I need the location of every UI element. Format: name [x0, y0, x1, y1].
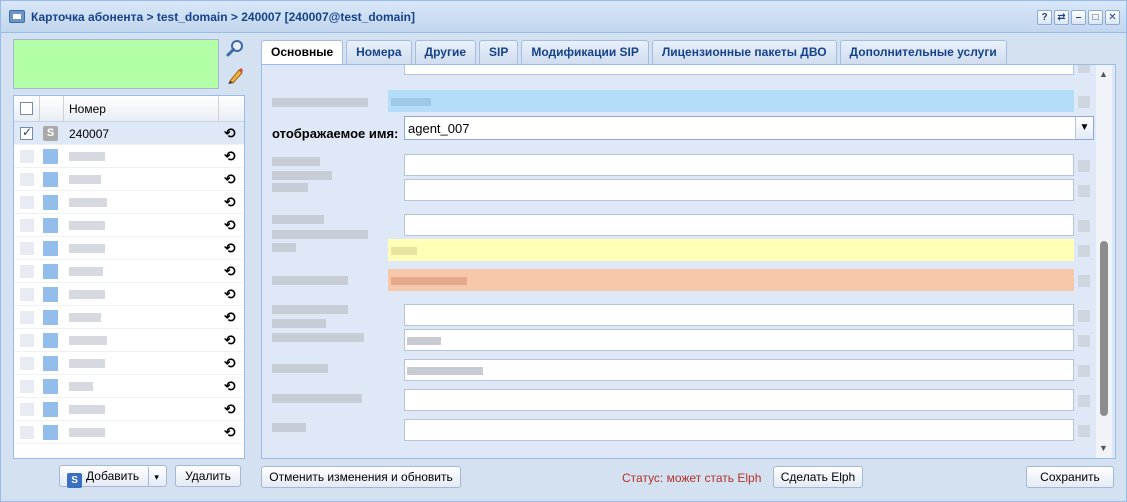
- tab-sip-modifications[interactable]: Модификации SIP: [521, 40, 649, 64]
- search-icon[interactable]: [225, 39, 245, 59]
- grid-row[interactable]: ⟲: [14, 375, 244, 398]
- make-elph-button[interactable]: Сделать Elph: [773, 466, 863, 488]
- history-icon[interactable]: ⟲: [224, 379, 236, 393]
- card-icon: [9, 10, 25, 23]
- form-field[interactable]: [404, 65, 1074, 75]
- window-controls: ? ⇄ – □ ✕: [1037, 10, 1120, 25]
- cancel-and-refresh-button[interactable]: Отменить изменения и обновить: [261, 466, 461, 488]
- grid-row[interactable]: ⟲: [14, 306, 244, 329]
- form-field-highlight-blue[interactable]: [388, 90, 1074, 112]
- save-button[interactable]: Сохранить: [1026, 466, 1114, 488]
- form-field-highlight-orange[interactable]: [388, 269, 1074, 291]
- tab-sip[interactable]: SIP: [479, 40, 519, 64]
- scroll-up-icon[interactable]: ▲: [1099, 69, 1108, 79]
- field-action-icon[interactable]: [1078, 245, 1090, 257]
- sip-add-icon: S: [67, 473, 83, 488]
- row-number: 240007: [69, 127, 110, 141]
- history-icon[interactable]: ⟲: [224, 402, 236, 416]
- minimize-icon[interactable]: –: [1071, 10, 1086, 25]
- form-field[interactable]: [404, 304, 1074, 326]
- form-field[interactable]: [404, 214, 1074, 236]
- grid-row[interactable]: ⟲: [14, 352, 244, 375]
- form-field[interactable]: [404, 179, 1074, 201]
- numbers-grid: Номер S 240007 ⟲ ⟲ ⟲ ⟲ ⟲ ⟲ ⟲ ⟲ ⟲ ⟲ ⟲ ⟲ ⟲…: [13, 95, 245, 459]
- history-icon[interactable]: ⟲: [224, 264, 236, 278]
- display-name-label: отображаемое имя:: [272, 126, 399, 141]
- sip-type-icon: S: [43, 126, 58, 141]
- form-panel: отображаемое имя: agent_007 ▼ ▲ ▼: [261, 64, 1116, 459]
- form-field-highlight-yellow[interactable]: [388, 239, 1074, 261]
- history-icon[interactable]: ⟲: [224, 333, 236, 347]
- grid-row[interactable]: ⟲: [14, 145, 244, 168]
- chevron-down-icon[interactable]: ▾: [148, 467, 159, 487]
- field-action-icon[interactable]: [1078, 65, 1090, 73]
- history-icon[interactable]: ⟲: [224, 310, 236, 324]
- display-name-value: agent_007: [408, 121, 470, 136]
- field-action-icon[interactable]: [1078, 310, 1090, 322]
- grid-row[interactable]: ⟲: [14, 191, 244, 214]
- history-icon[interactable]: ⟲: [224, 172, 236, 186]
- display-name-select[interactable]: agent_007 ▼: [404, 116, 1094, 140]
- form-field[interactable]: [404, 359, 1074, 381]
- field-action-icon[interactable]: [1078, 185, 1090, 197]
- history-icon[interactable]: ⟲: [224, 149, 236, 163]
- grid-row[interactable]: ⟲: [14, 214, 244, 237]
- tab-other[interactable]: Другие: [414, 40, 476, 64]
- history-icon[interactable]: ⟲: [224, 356, 236, 370]
- right-panel: Основные Номера Другие SIP Модификации S…: [257, 35, 1120, 459]
- scroll-thumb[interactable]: [1100, 241, 1108, 416]
- pencil-icon[interactable]: [225, 67, 245, 87]
- grid-row[interactable]: ⟲: [14, 329, 244, 352]
- field-action-icon[interactable]: [1078, 220, 1090, 232]
- form-field[interactable]: [404, 389, 1074, 411]
- maximize-icon[interactable]: □: [1088, 10, 1103, 25]
- history-icon[interactable]: ⟲: [224, 126, 236, 140]
- history-icon[interactable]: ⟲: [224, 425, 236, 439]
- status-text: Статус: может стать Elph: [622, 471, 762, 485]
- close-icon[interactable]: ✕: [1105, 10, 1120, 25]
- history-icon[interactable]: ⟲: [224, 241, 236, 255]
- refresh-icon[interactable]: ⇄: [1054, 10, 1069, 25]
- grid-row[interactable]: ⟲: [14, 398, 244, 421]
- form-field[interactable]: [404, 329, 1074, 351]
- grid-row[interactable]: S 240007 ⟲: [14, 122, 244, 145]
- subscriber-card-window: Карточка абонента > test_domain > 240007…: [0, 0, 1127, 502]
- search-filter-area[interactable]: [13, 39, 219, 89]
- left-panel: Номер S 240007 ⟲ ⟲ ⟲ ⟲ ⟲ ⟲ ⟲ ⟲ ⟲ ⟲ ⟲ ⟲ ⟲…: [9, 35, 249, 459]
- form-field[interactable]: [404, 419, 1074, 441]
- tab-license-packages[interactable]: Лицензионные пакеты ДВО: [651, 40, 837, 64]
- grid-row[interactable]: ⟲: [14, 421, 244, 444]
- tab-additional-services[interactable]: Дополнительные услуги: [839, 40, 1007, 64]
- delete-button[interactable]: Удалить: [175, 465, 241, 487]
- tab-main[interactable]: Основные: [261, 40, 344, 64]
- form-scrollbar[interactable]: ▲ ▼: [1096, 65, 1112, 458]
- field-action-icon[interactable]: [1078, 335, 1090, 347]
- scroll-down-icon[interactable]: ▼: [1099, 443, 1108, 453]
- row-checkbox[interactable]: [20, 125, 33, 140]
- field-action-icon[interactable]: [1078, 275, 1090, 287]
- field-action-icon[interactable]: [1078, 395, 1090, 407]
- grid-row[interactable]: ⟲: [14, 260, 244, 283]
- chevron-down-icon[interactable]: ▼: [1075, 117, 1093, 139]
- field-action-icon[interactable]: [1078, 160, 1090, 172]
- form-field[interactable]: [404, 154, 1074, 176]
- history-icon[interactable]: ⟲: [224, 218, 236, 232]
- column-header-number[interactable]: Номер: [69, 102, 106, 116]
- field-action-icon[interactable]: [1078, 96, 1090, 108]
- history-icon[interactable]: ⟲: [224, 287, 236, 301]
- grid-row[interactable]: ⟲: [14, 168, 244, 191]
- field-action-icon[interactable]: [1078, 365, 1090, 377]
- tab-numbers[interactable]: Номера: [346, 40, 412, 64]
- title-bar[interactable]: Карточка абонента > test_domain > 240007…: [1, 1, 1126, 33]
- history-icon[interactable]: ⟲: [224, 195, 236, 209]
- window-title: Карточка абонента > test_domain > 240007…: [31, 10, 416, 24]
- tab-bar: Основные Номера Другие SIP Модификации S…: [261, 40, 1007, 64]
- help-icon[interactable]: ?: [1037, 10, 1052, 25]
- grid-header: Номер: [14, 96, 244, 122]
- grid-row[interactable]: ⟲: [14, 283, 244, 306]
- field-action-icon[interactable]: [1078, 425, 1090, 437]
- add-button[interactable]: S Добавить ▾: [59, 465, 167, 488]
- grid-row[interactable]: ⟲: [14, 237, 244, 260]
- select-all-checkbox[interactable]: [20, 102, 33, 115]
